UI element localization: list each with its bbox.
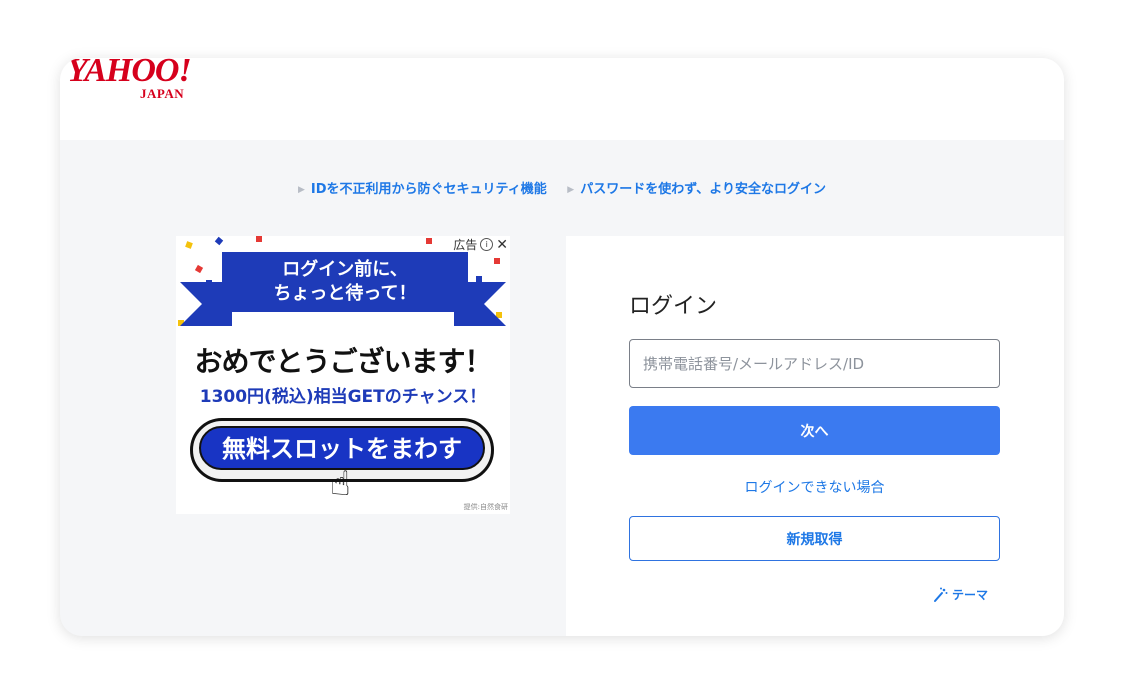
info-icon[interactable]: i: [480, 238, 494, 251]
feature-link-passwordless[interactable]: ▶ パスワードを使わず、より安全なログイン: [567, 182, 826, 197]
theme-label: テーマ: [951, 588, 988, 602]
feature-link-label: IDを不正利用から防ぐセキュリティ機能: [310, 182, 547, 197]
login-panel: ログイン 次へ ログインできない場合 新規取得 テーマ: [566, 236, 1064, 636]
confetti-decoration: [214, 236, 224, 246]
ad-credit: 提供:自然食研: [463, 503, 508, 511]
ad-label: 広告: [453, 238, 478, 252]
ad-headline: おめでとうございます！: [194, 345, 492, 378]
triangle-icon: ▶: [567, 185, 575, 195]
ad-controls: 広告 i ✕: [453, 236, 508, 253]
confetti-decoration: [426, 238, 432, 244]
ad-subline: 1300円(税込)相当GETのチャンス！: [199, 387, 487, 407]
confetti-decoration: [494, 258, 500, 264]
login-title: ログイン: [629, 294, 718, 319]
login-id-input[interactable]: [629, 339, 1000, 388]
magic-wand-icon: [933, 587, 948, 602]
ad-ribbon-banner: ログイン前に、 ちょっと待って！: [222, 252, 468, 312]
theme-button[interactable]: テーマ: [932, 586, 988, 603]
login-trouble-link[interactable]: ログインできない場合: [629, 477, 1000, 497]
feature-link-label: パスワードを使わず、より安全なログイン: [580, 182, 827, 197]
confetti-decoration: [185, 241, 193, 249]
confetti-decoration: [256, 236, 262, 242]
ad-banner-text: ログイン前に、 ちょっと待って！: [273, 259, 417, 304]
header: YAHOO! JAPAN: [60, 58, 1064, 140]
close-icon[interactable]: ✕: [496, 237, 508, 253]
logo-sub-text: JAPAN: [140, 86, 185, 101]
next-button[interactable]: 次へ: [629, 406, 1000, 455]
feature-link-security[interactable]: ▶ IDを不正利用から防ぐセキュリティ機能: [298, 182, 547, 197]
pointer-hand-icon: ☝: [330, 464, 351, 504]
ad-banner[interactable]: 広告 i ✕ ログイン前に、 ちょっと待って！ おめでとうございます！ 1300…: [176, 236, 510, 514]
signup-button[interactable]: 新規取得: [629, 516, 1000, 561]
triangle-icon: ▶: [297, 185, 305, 195]
confetti-decoration: [194, 264, 204, 274]
yahoo-japan-logo[interactable]: YAHOO! JAPAN: [60, 58, 265, 116]
feature-links: ▶ IDを不正利用から防ぐセキュリティ機能 ▶ パスワードを使わず、より安全なログイ…: [60, 178, 1064, 197]
login-window: YAHOO! JAPAN ▶ IDを不正利用から防ぐセキュリティ機能 ▶ パスワード…: [60, 58, 1064, 636]
